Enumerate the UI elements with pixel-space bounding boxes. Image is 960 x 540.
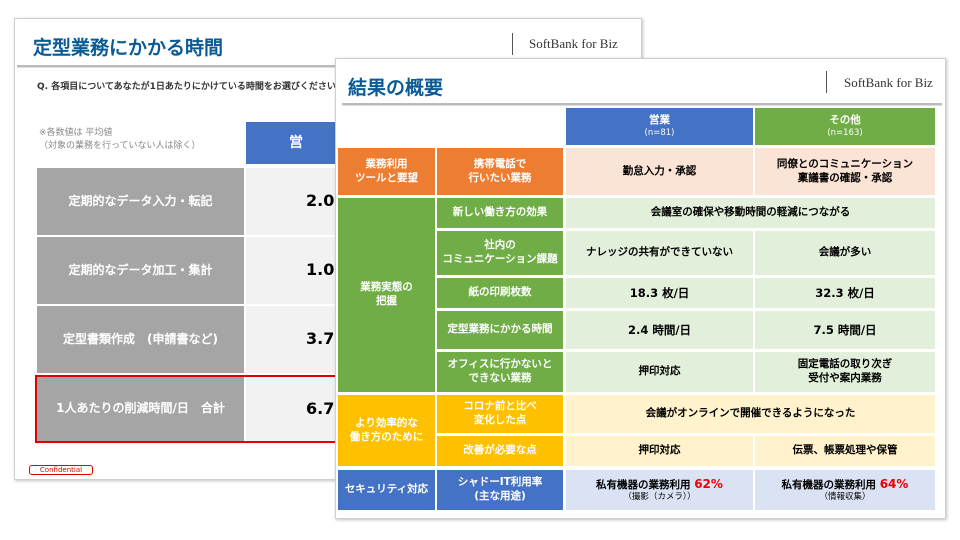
cell-other: 同僚とのコミュニケーション 稟議書の確認・承認 (755, 148, 935, 195)
row-label: 紙の印刷枚数 (437, 278, 563, 308)
cell-other: 固定電話の取り次ぎ 受付や案内業務 (755, 352, 935, 392)
cell-both: 会議室の確保や移動時間の軽減につながる (566, 198, 935, 228)
row-label: 定期的なデータ入力・転記 (37, 168, 244, 235)
total-value: 6.7 (246, 377, 346, 441)
header-other: その他 (n=163) (755, 108, 935, 145)
confidential-badge: Confidential (29, 465, 93, 475)
header-sales: 営 (246, 122, 346, 164)
shadow-it-text: 私有機器の業務利用 64% (782, 477, 909, 493)
row-label: シャドーIT利用率 (主な用途) (437, 470, 563, 510)
row-value: 1.0 (246, 237, 346, 304)
shadow-it-rate: 64% (879, 476, 909, 491)
cell-sales: 18.3 枚/日 (566, 278, 753, 308)
row-label: オフィスに行かないと できない業務 (437, 352, 563, 392)
row-label: 定型書類作成 (申請書など) (37, 306, 244, 373)
cell-sales: ナレッジの共有ができていない (566, 231, 753, 275)
group-work-status: 業務実態の 把握 (338, 198, 435, 392)
row-label: 改善が必要な点 (437, 436, 563, 466)
group-efficiency: より効率的な 働き方のために (338, 395, 435, 466)
cell-sales: 勤怠入力・承認 (566, 148, 753, 195)
cell-other: 伝票、帳票処理や保管 (755, 436, 935, 466)
cell-other: 会議が多い (755, 231, 935, 275)
shadow-it-use: （撮影（カメラ）） (623, 492, 696, 503)
cell-sales: 押印対応 (566, 436, 753, 466)
header-sales: 営業 (n=81) (566, 108, 753, 145)
note-text: ※各数値は 平均値 （対象の業務を行っていない人は除く） (39, 128, 201, 151)
cell-both: 会議がオンラインで開催できるようになった (566, 395, 935, 433)
cell-sales: 押印対応 (566, 352, 753, 392)
total-label: 1人あたりの削減時間/日 合計 (37, 377, 244, 441)
row-label: 社内の コミュニケーション課題 (437, 231, 563, 275)
shadow-it-rate: 62% (694, 476, 723, 491)
header-label: その他 (829, 114, 861, 127)
brand-logo: SoftBank for Biz (529, 36, 618, 51)
header-count: (n=81) (644, 127, 675, 138)
shadow-it-label: 私有機器の業務利用 (781, 478, 880, 491)
front-slide-title: 結果の概要 (348, 77, 444, 99)
shadow-it-text: 私有機器の業務利用 62% (596, 477, 723, 493)
header-label: 営業 (649, 114, 670, 127)
divider (512, 33, 513, 55)
brand-logo: SoftBank for Biz (844, 75, 933, 90)
cell-other: 7.5 時間/日 (755, 311, 935, 349)
cell-sales: 私有機器の業務利用 62% （撮影（カメラ）） (566, 470, 753, 510)
title-rule (342, 103, 942, 106)
row-label: 定型業務にかかる時間 (437, 311, 563, 349)
cell-other: 32.3 枚/日 (755, 278, 935, 308)
question-text: Q. 各項目についてあなたが1日あたりにかけている時間をお選びください。 (37, 82, 345, 92)
row-value: 3.7 (246, 306, 346, 373)
group-tools: 業務利用 ツールと要望 (338, 148, 435, 195)
back-slide-title: 定型業務にかかる時間 (33, 37, 224, 59)
shadow-it-use: （情報収集） (819, 492, 871, 503)
group-security: セキュリティ対応 (338, 470, 435, 510)
cell-other: 私有機器の業務利用 64% （情報収集） (755, 470, 935, 510)
cell-sales: 2.4 時間/日 (566, 311, 753, 349)
shadow-it-label: 私有機器の業務利用 (596, 478, 695, 491)
row-label: 携帯電話で 行いたい業務 (437, 148, 563, 195)
header-count: (n=163) (827, 127, 863, 138)
row-label: 定期的なデータ加工・集計 (37, 237, 244, 304)
divider (826, 71, 827, 93)
row-value: 2.0 (246, 168, 346, 235)
row-label: コロナ前と比べ 変化した点 (437, 395, 563, 433)
row-label: 新しい働き方の効果 (437, 198, 563, 228)
